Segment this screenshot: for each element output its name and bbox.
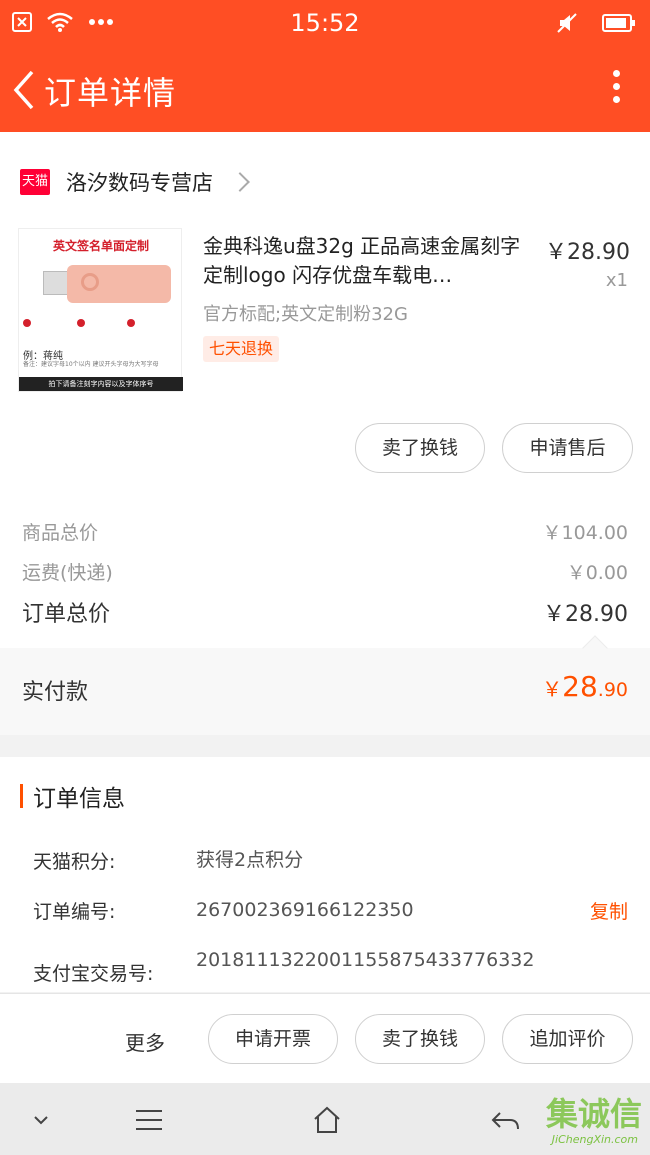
section-accent-bar (20, 784, 23, 808)
thumbnail-note: 备注：建议字母10个以内 建议开头字母为大写字母 (23, 361, 159, 368)
shipping-label: 运费(快递) (22, 562, 113, 584)
order-total-value: ￥28.90 (543, 602, 628, 627)
goods-total-row: 商品总价 ￥104.00 (22, 518, 628, 545)
goods-total-label: 商品总价 (22, 522, 99, 544)
shipping-value: ￥0.00 (566, 562, 628, 584)
request-invoice-button[interactable]: 申请开票 (208, 1014, 338, 1064)
paid-decimal: .90 (597, 679, 628, 701)
order-number-value: 267002369166122350 (196, 899, 414, 921)
paid-currency: ￥ (542, 677, 563, 701)
signature-dot (23, 319, 31, 327)
return-policy-badge: 七天退换 (203, 336, 280, 362)
more-actions-button[interactable]: 更多 (125, 1027, 165, 1056)
order-total-label: 订单总价 (22, 602, 111, 627)
watermark-url: JiChengXin.com (551, 1133, 638, 1146)
product-quantity: x1 (605, 270, 628, 291)
thumbnail-bar: 拍下请备注刻字内容以及字体序号 (19, 377, 183, 391)
chevron-down-icon (34, 1116, 48, 1125)
add-review-button[interactable]: 追加评价 (502, 1014, 633, 1064)
more-vertical-icon-dot (612, 83, 620, 90)
order-number-label: 订单编号: (33, 901, 116, 923)
app-header: 订单详情 (0, 48, 650, 132)
mute-icon (557, 13, 577, 33)
sell-for-cash-button[interactable]: 卖了换钱 (355, 423, 485, 473)
watermark-logo: 集诚信 (545, 1095, 642, 1133)
product-thumbnail[interactable]: 英文签名单面定制 例：蒋纯 备注：建议字母10个以内 建议开头字母为大写字母 拍… (18, 228, 183, 392)
product-spec: 官方标配;英文定制粉32G (203, 304, 408, 325)
chevron-right-icon (230, 172, 250, 192)
signature-dot (127, 319, 135, 327)
battery-icon (602, 14, 635, 32)
shipping-row: 运费(快递) ￥0.00 (22, 558, 628, 585)
paid-integer: 28 (562, 670, 598, 703)
paid-label: 实付款 (22, 680, 89, 705)
sell-for-cash-button-bottom[interactable]: 卖了换钱 (355, 1014, 485, 1064)
after-sale-button[interactable]: 申请售后 (502, 423, 633, 473)
product-title[interactable]: 金典科逸u盘32g 正品高速金属刻字定制logo 闪存优盘车载电… (203, 232, 533, 290)
chevron-left-icon (13, 70, 34, 110)
product-price: ￥28.90 (545, 240, 630, 265)
signature-dot (77, 319, 85, 327)
more-vertical-icon-dot (612, 96, 620, 103)
points-value: 获得2点积分 (196, 849, 304, 871)
alipay-trade-value: 2018111322001155875433776332 (196, 949, 535, 971)
nav-back-button[interactable] (490, 1105, 520, 1135)
more-vertical-icon (612, 70, 620, 77)
paid-amount-box: 实付款 ￥28.90 (0, 635, 650, 735)
menu-icon (136, 1110, 162, 1130)
usb-ring (81, 273, 99, 291)
page-title: 订单详情 (44, 74, 177, 112)
status-bar: 15:52 (0, 0, 650, 48)
order-total-row: 订单总价 ￥28.90 (22, 596, 628, 628)
shop-row[interactable]: 天猫 洛汐数码专营店 (20, 162, 250, 202)
nav-home-button[interactable] (312, 1105, 342, 1135)
clock: 15:52 (290, 9, 360, 37)
alipay-trade-label: 支付宝交易号: (33, 963, 154, 985)
tmall-logo: 天猫 (20, 169, 50, 195)
nav-menu-button[interactable] (134, 1105, 164, 1135)
shop-name: 洛汐数码专营店 (66, 171, 213, 195)
points-label: 天猫积分: (33, 851, 116, 873)
back-arrow-icon (491, 1112, 519, 1130)
home-icon (314, 1106, 340, 1133)
goods-total-value: ￥104.00 (542, 522, 628, 544)
system-nav-bar: 集诚信 JiChengXin.com (0, 1083, 650, 1155)
copy-order-number-button[interactable]: 复制 (590, 897, 628, 924)
thumbnail-caption: 英文签名单面定制 (52, 239, 149, 253)
usb-connector (43, 271, 69, 295)
back-button[interactable] (10, 68, 40, 112)
paid-amount: ￥28.90 (542, 670, 628, 703)
more-menu-button[interactable] (610, 70, 622, 110)
order-info-title: 订单信息 (33, 786, 125, 812)
bottom-action-bar: 更多 申请开票 卖了换钱 追加评价 (0, 993, 650, 1083)
paid-notch (582, 635, 608, 661)
site-watermark: 集诚信 JiChengXin.com (532, 1089, 642, 1149)
order-info-section: 订单信息 天猫积分: 获得2点积分 订单编号: 2670023691661223… (0, 757, 650, 992)
nav-collapse-button[interactable] (26, 1105, 56, 1135)
order-card: 天猫 洛汐数码专营店 英文签名单面定制 例：蒋纯 备注：建议字母10个以内 建议… (0, 132, 650, 735)
